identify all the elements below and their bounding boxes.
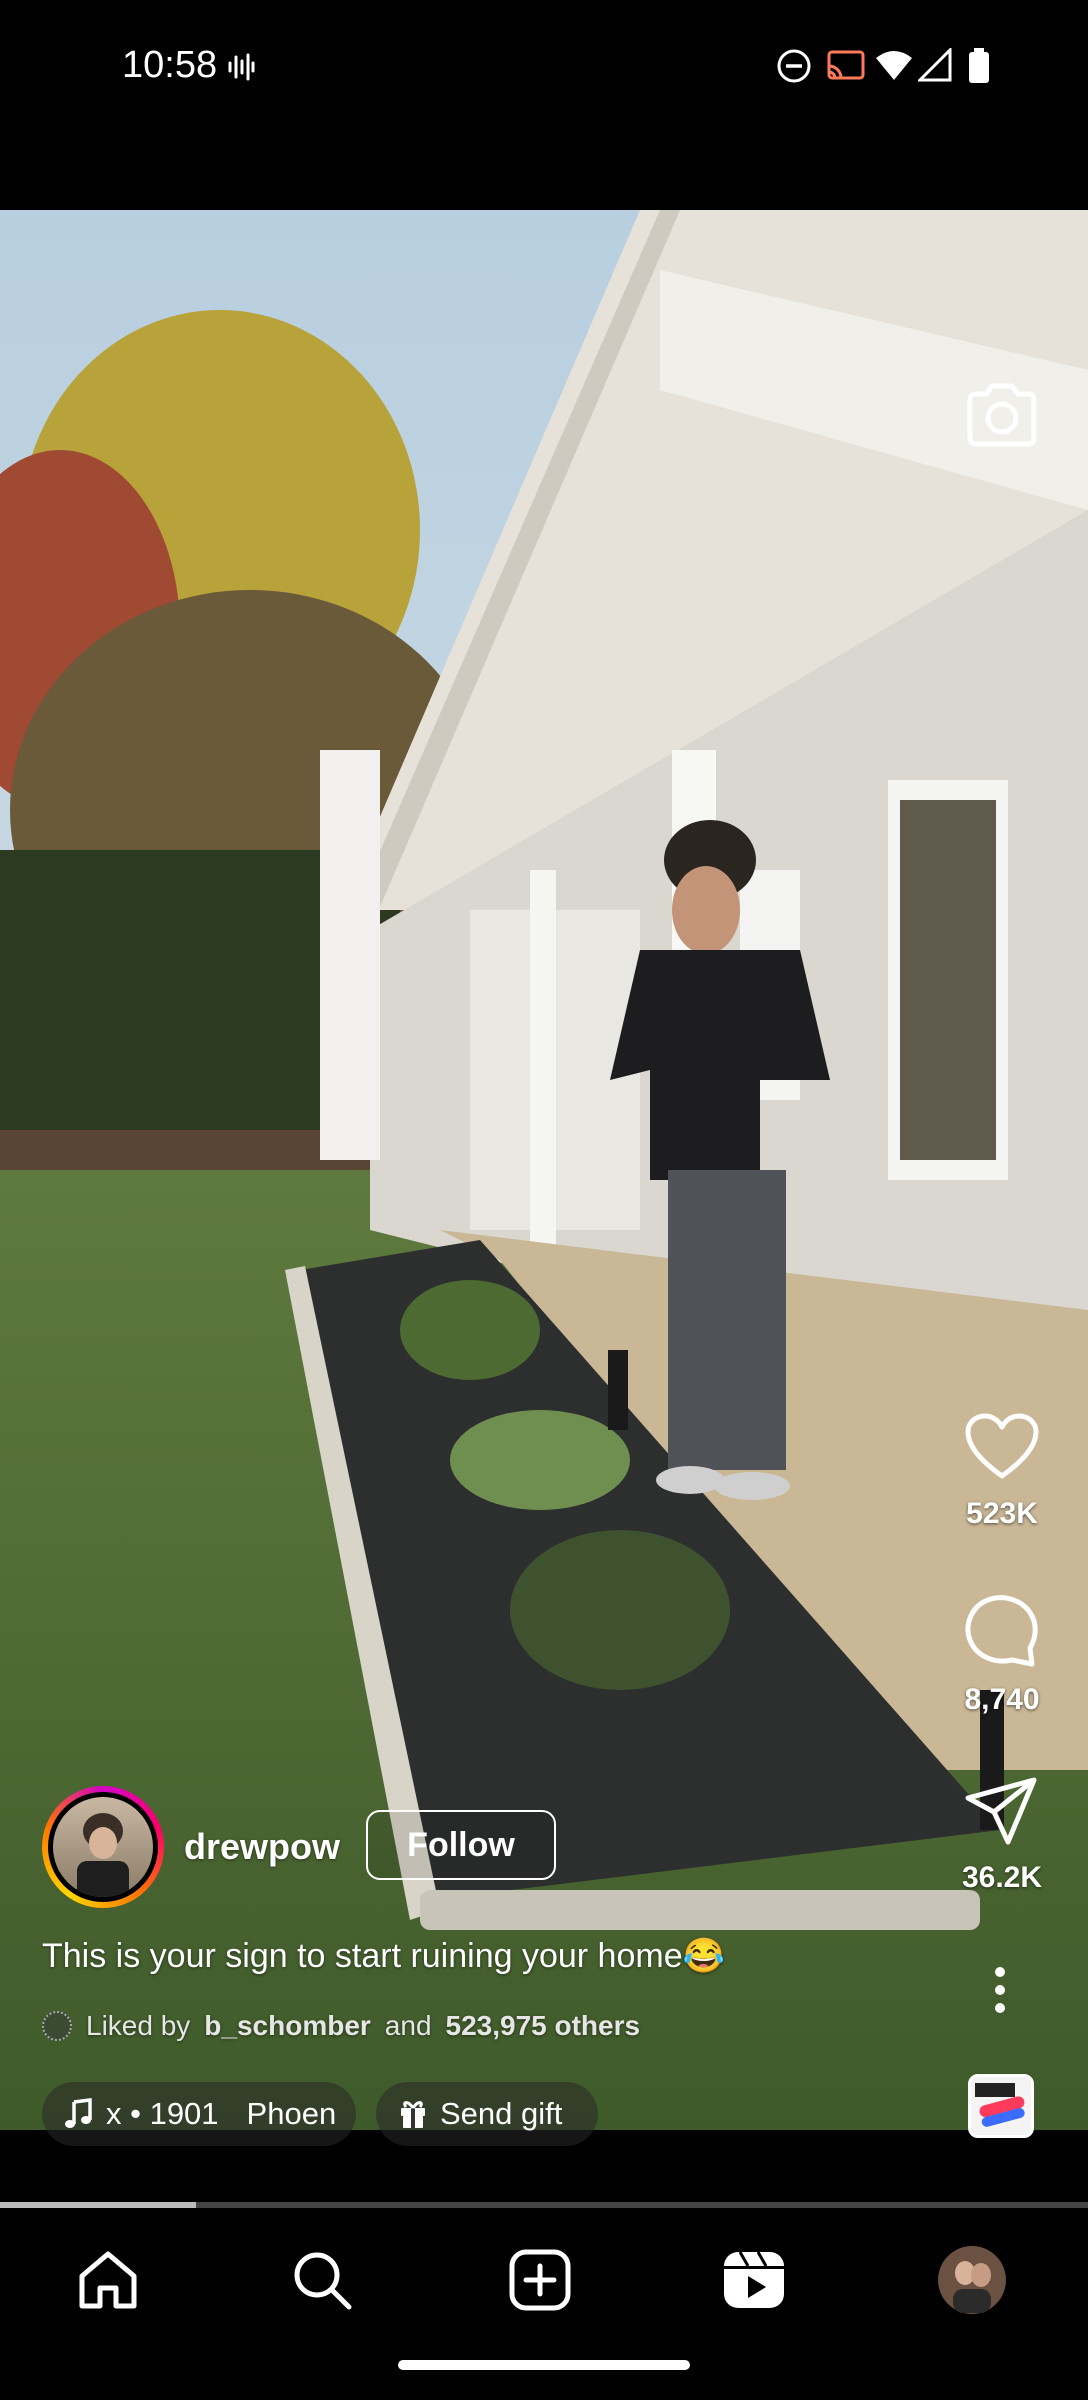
gift-label: Send gift	[440, 2096, 563, 2131]
follow-button[interactable]: Follow	[366, 1810, 556, 1880]
do-not-disturb-icon	[777, 49, 811, 83]
status-bar: 10:58	[0, 0, 1088, 140]
author-avatar[interactable]	[42, 1786, 164, 1908]
heart-icon[interactable]	[964, 1412, 1040, 1482]
status-time: 10:58	[122, 44, 218, 86]
music-note-icon	[65, 2098, 92, 2128]
post-caption[interactable]: This is your sign to start ruining your …	[42, 1936, 725, 1976]
liked-others[interactable]: 523,975 others	[446, 2010, 641, 2042]
nav-reels[interactable]	[718, 2244, 790, 2316]
liked-by-row[interactable]: Liked by b_schomber and 523,975 others	[42, 2010, 640, 2042]
author-username[interactable]: drewpow	[184, 1826, 340, 1868]
like-action[interactable]: 523K	[950, 1412, 1054, 1531]
bottom-navigation	[0, 2208, 1088, 2400]
home-indicator[interactable]	[398, 2360, 690, 2370]
liker-avatar	[42, 2011, 72, 2041]
liked-user[interactable]: b_schomber	[204, 2010, 371, 2042]
like-count: 523K	[966, 1497, 1038, 1530]
battery-icon	[969, 48, 989, 83]
nav-profile[interactable]	[936, 2244, 1008, 2316]
comment-action[interactable]: 8,740	[950, 1592, 1054, 1717]
gift-icon	[401, 2101, 425, 2128]
reels-icon[interactable]	[722, 2248, 786, 2312]
liked-prefix: Liked by	[86, 2010, 191, 2041]
music-pill[interactable]: x • 1901 Phoen	[42, 2082, 356, 2146]
cellular-signal-icon	[918, 48, 952, 82]
nav-create[interactable]	[504, 2244, 576, 2316]
send-gift-pill[interactable]: Send gift	[376, 2082, 598, 2146]
music-title: x • 1901	[106, 2096, 219, 2131]
nav-search[interactable]	[286, 2244, 358, 2316]
album-art-icon	[971, 2077, 1031, 2135]
home-icon[interactable]	[76, 2248, 140, 2312]
share-icon[interactable]	[964, 1776, 1040, 1846]
profile-avatar[interactable]	[937, 2245, 1007, 2315]
search-icon[interactable]	[290, 2248, 354, 2312]
more-options-icon[interactable]	[990, 1966, 1010, 2014]
audio-thumbnail[interactable]	[968, 2074, 1034, 2138]
comment-icon[interactable]	[964, 1592, 1040, 1668]
cast-icon	[827, 50, 865, 80]
camera-icon[interactable]	[964, 382, 1040, 448]
share-count: 36.2K	[961, 1861, 1043, 1894]
avatar	[53, 1797, 153, 1897]
comment-count: 8,740	[964, 1683, 1040, 1716]
liked-middle: and	[384, 2010, 432, 2041]
music-artist: Phoen	[246, 2096, 337, 2131]
audio-waveform-icon	[228, 53, 255, 81]
create-icon[interactable]	[508, 2248, 572, 2312]
share-action[interactable]: 36.2K	[950, 1776, 1054, 1895]
nav-home[interactable]	[72, 2244, 144, 2316]
wifi-icon	[876, 51, 912, 80]
